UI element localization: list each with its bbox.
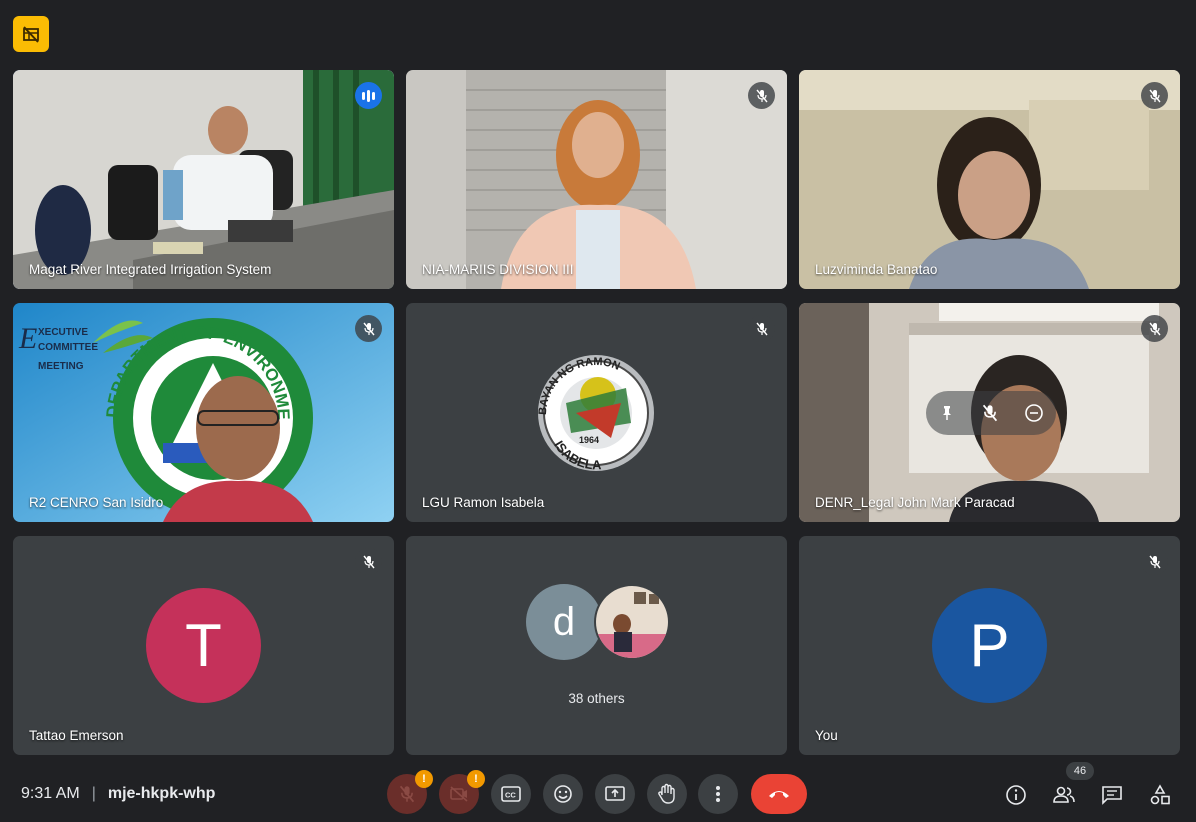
participant-name: R2 CENRO San Isidro [29,495,164,510]
mic-off-icon [1141,82,1168,109]
committee-text: COMMITTEE [38,342,98,353]
pin-icon[interactable] [938,404,956,422]
raise-hand-icon [658,783,675,804]
meeting-code: mje-hkpk-whp [107,785,216,802]
participant-tile[interactable]: DEPARTMENT OF ENVIRONMENT AND NATURAL E … [13,303,394,522]
video-feed [799,70,1180,289]
lgu-seal-year: 1964 [579,435,599,445]
svg-text:E: E [18,322,37,355]
lgu-seal-logo: 1964 BAYAN NG RAMON ISABELA [537,355,654,472]
others-tile[interactable]: d 38 others [406,536,787,755]
avatar: T [146,588,261,703]
participant-tile[interactable]: T Tattao Emerson [13,536,394,755]
participant-name: NIA-MARIIS DIVISION III [422,262,574,277]
meeting-text: MEETING [38,361,84,372]
meeting-info: 9:31 AM | mje-hkpk-whp [21,785,215,803]
video-feed: DEPARTMENT OF ENVIRONMENT AND NATURAL E … [13,303,394,522]
tile-layout-off-icon [23,26,39,43]
tile-layout-off-button[interactable] [13,16,49,52]
avatar-photo [594,584,670,660]
captions-icon: CC [501,786,521,802]
info-icon [1006,785,1026,805]
emoji-icon [554,785,572,803]
self-tile[interactable]: P You [799,536,1180,755]
avatar: P [932,588,1047,703]
present-now-button[interactable] [595,774,635,814]
camera-toggle-button[interactable]: ! [439,770,485,814]
more-icon [716,786,720,802]
tile-hover-controls [926,391,1056,435]
camera-off-icon [450,786,468,802]
mic-off-icon [748,82,775,109]
participant-tile[interactable]: DENR_Legal John Mark Paracad [799,303,1180,522]
participant-name: Magat River Integrated Irrigation System [29,262,272,277]
present-icon [605,786,625,801]
participant-name: Luzviminda Banatao [815,262,938,277]
participant-name: You [815,728,838,743]
mic-off-icon [355,548,382,575]
participant-count-badge: 46 [1066,762,1094,780]
chat-icon [1102,786,1122,805]
emoji-reactions-button[interactable] [543,774,583,814]
mic-toggle-button[interactable]: ! [387,770,433,814]
participant-tile[interactable]: 1964 BAYAN NG RAMON ISABELA LGU Ramon Is… [406,303,787,522]
mic-off-icon [1141,548,1168,575]
svg-text:CC: CC [505,791,516,800]
meeting-time: 9:31 AM [21,785,80,802]
remove-icon[interactable] [1024,403,1044,423]
video-feed [406,70,787,289]
mic-off-icon [399,785,415,803]
end-call-icon [769,791,789,798]
meeting-details-button[interactable] [1001,780,1031,810]
mic-off-icon[interactable] [981,404,999,422]
video-feed [13,70,394,289]
raise-hand-button[interactable] [647,774,687,814]
executive-text: XECUTIVE [38,327,88,338]
participant-tile[interactable]: Luzviminda Banatao [799,70,1180,289]
participant-name: DENR_Legal John Mark Paracad [815,495,1015,510]
people-button[interactable] [1049,780,1079,810]
separator: | [91,785,96,802]
mic-off-icon [355,315,382,342]
mic-off-icon [748,315,775,342]
captions-button[interactable]: CC [491,774,531,814]
more-options-button[interactable] [698,774,738,814]
activities-button[interactable] [1145,780,1175,810]
participant-name: LGU Ramon Isabela [422,495,545,510]
camera-alert-badge: ! [467,770,485,788]
participant-name: Tattao Emerson [29,728,124,743]
activities-icon [1150,784,1170,805]
chat-button[interactable] [1097,780,1127,810]
people-icon [1053,786,1075,803]
leave-call-button[interactable] [751,774,807,814]
others-count-label: 38 others [568,691,625,706]
speaking-indicator-icon [355,82,382,109]
participant-tile[interactable]: Magat River Integrated Irrigation System [13,70,394,289]
mic-alert-badge: ! [415,770,433,788]
participant-tile[interactable]: NIA-MARIIS DIVISION III [406,70,787,289]
mic-off-icon [1141,315,1168,342]
avatar: d [526,584,602,660]
